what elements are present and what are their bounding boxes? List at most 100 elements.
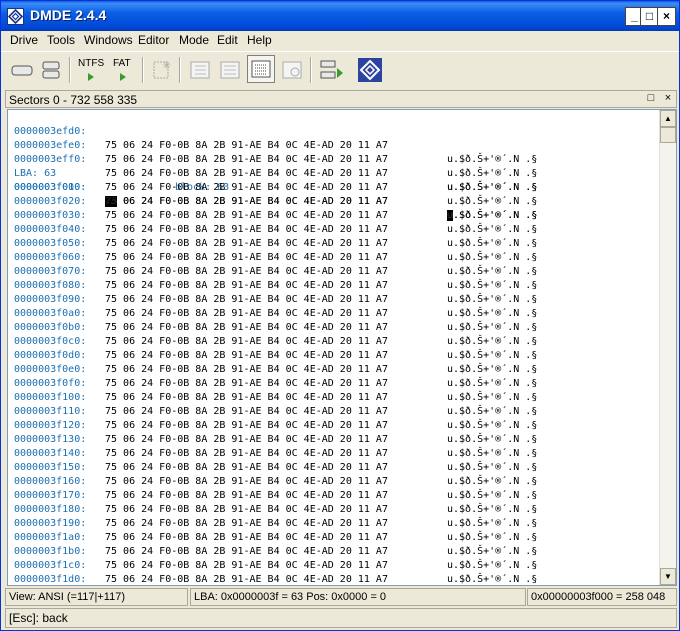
row-hex[interactable]: 75 06 24 F0-0B 8A 2B 91-AE B4 0C 4E-AD 2… bbox=[105, 181, 388, 195]
row-hex[interactable]: 75 06 24 F0-0B 8A 2B 91-AE B4 0C 4E-AD 2… bbox=[105, 363, 388, 377]
row-hex[interactable]: 75 06 24 F0-0B 8A 2B 91-AE B4 0C 4E-AD 2… bbox=[105, 461, 388, 475]
row-hex[interactable]: 75 06 24 F0-0B 8A 2B 91-AE B4 0C 4E-AD 2… bbox=[105, 391, 388, 405]
menu-drive[interactable]: Drive bbox=[10, 33, 38, 47]
panel-restore-button[interactable]: □ bbox=[644, 92, 658, 106]
scroll-down-icon[interactable]: ▼ bbox=[660, 568, 676, 585]
row-hex[interactable]: 75 06 24 F0-0B 8A 2B 91-AE B4 0C 4E-AD 2… bbox=[105, 209, 388, 223]
row-hex[interactable]: 75 06 24 F0-0B 8A 2B 91-AE B4 0C 4E-AD 2… bbox=[105, 153, 388, 167]
row-hex[interactable]: 75 06 24 F0-0B 8A 2B 91-AE B4 0C 4E-AD 2… bbox=[105, 531, 388, 545]
ntfs-icon[interactable]: NTFS bbox=[74, 55, 106, 83]
row-hex[interactable]: 75 06 24 F0-0B 8A 2B 91-AE B4 0C 4E-AD 2… bbox=[105, 489, 388, 503]
row-ascii[interactable]: u.$ð.Š+'®´.N­ .§ bbox=[447, 237, 537, 251]
row-ascii[interactable]: u.$ð.Š+'®´.N­ .§ bbox=[447, 279, 537, 293]
hex-icon[interactable] bbox=[247, 55, 275, 83]
hex-row[interactable]: 0000003eff0: 75 06 24 F0-0B 8A 2B 91-AE … bbox=[14, 139, 537, 193]
row-ascii[interactable]: u.$ð.Š+'®´.N­ .§ bbox=[447, 349, 537, 363]
partitions-icon[interactable] bbox=[36, 55, 64, 83]
row-ascii[interactable]: u.$ð.Š+'®´.N­ .§ bbox=[447, 167, 537, 181]
row-ascii[interactable]: u.$ð.Š+'®´.N­ .§ bbox=[447, 293, 537, 307]
status-offset: 0x00000003f000 = 258 048 bbox=[527, 588, 677, 606]
hex-row-selected[interactable]: 0000003f000: 75 06 24 F0-0B 8A 2B 91-AE … bbox=[14, 167, 537, 221]
scroll-up-icon[interactable]: ▲ bbox=[660, 110, 676, 127]
row-ascii[interactable]: u.$ð.Š+'®´.N­ .§ bbox=[447, 363, 537, 377]
row-ascii[interactable]: u.$ð.Š+'®´.N­ .§ bbox=[447, 475, 537, 489]
row-hex[interactable]: 75 06 24 F0-0B 8A 2B 91-AE B4 0C 4E-AD 2… bbox=[105, 293, 388, 307]
scroll-thumb[interactable] bbox=[660, 127, 676, 143]
close-button[interactable]: × bbox=[657, 7, 676, 26]
row-ascii[interactable]: u.$ð.Š+'®´.N­ .§ bbox=[447, 307, 537, 321]
row-hex[interactable]: 75 06 24 F0-0B 8A 2B 91-AE B4 0C 4E-AD 2… bbox=[105, 265, 388, 279]
menu-edit[interactable]: Edit bbox=[217, 33, 238, 47]
row-ascii[interactable]: u.$ð.Š+'®´.N­ .§ bbox=[447, 447, 537, 461]
row-hex[interactable]: 75 06 24 F0-0B 8A 2B 91-AE B4 0C 4E-AD 2… bbox=[105, 195, 388, 209]
toolbar-separator bbox=[142, 57, 144, 83]
row-hex[interactable]: 75 06 24 F0-0B 8A 2B 91-AE B4 0C 4E-AD 2… bbox=[105, 545, 388, 559]
row-hex[interactable]: 75 06 24 F0-0B 8A 2B 91-AE B4 0C 4E-AD 2… bbox=[105, 167, 388, 181]
fat-icon[interactable]: FAT bbox=[108, 55, 138, 83]
row-hex[interactable]: 75 06 24 F0-0B 8A 2B 91-AE B4 0C 4E-AD 2… bbox=[105, 251, 388, 265]
dmde-logo-icon[interactable] bbox=[355, 55, 383, 83]
hex-row[interactable]: 0000003efd0: 75 06 24 F0-0B 8A 2B 91-AE … bbox=[14, 111, 537, 165]
row-hex[interactable]: 75 06 24 F0-0B 8A 2B 91-AE B4 0C 4E-AD 2… bbox=[105, 321, 388, 335]
row-hex[interactable]: 75 06 24 F0-0B 8A 2B 91-AE B4 0C 4E-AD 2… bbox=[105, 475, 388, 489]
row-ascii[interactable]: u.$ð.Š+'®´.N­ .§ bbox=[447, 573, 537, 585]
row-ascii[interactable]: u.$ð.Š+'®´.N­ .§ bbox=[447, 251, 537, 265]
row-ascii[interactable]: u.$ð.Š+'®´.N­ .§ bbox=[447, 503, 537, 517]
menu-editor[interactable]: Editor bbox=[138, 33, 169, 47]
row-ascii[interactable]: u.$ð.Š+'®´.N­ .§ bbox=[447, 209, 537, 223]
row-ascii[interactable]: u.$ð.Š+'®´.N­ .§ bbox=[447, 405, 537, 419]
row-ascii[interactable]: u.$ð.Š+'®´.N­ .§ bbox=[447, 433, 537, 447]
row-ascii[interactable]: u.$ð.Š+'®´.N­ .§ bbox=[447, 419, 537, 433]
row-ascii[interactable]: u.$ð.Š+'®´.N­ .§ bbox=[447, 265, 537, 279]
hex-view[interactable]: 0000003efd0: 75 06 24 F0-0B 8A 2B 91-AE … bbox=[7, 109, 677, 586]
row-hex[interactable]: 75 06 24 F0-0B 8A 2B 91-AE B4 0C 4E-AD 2… bbox=[105, 573, 388, 585]
row-hex[interactable]: 75 06 24 F0-0B 8A 2B 91-AE B4 0C 4E-AD 2… bbox=[105, 237, 388, 251]
row-ascii[interactable]: u.$ð.Š+'®´.N­ .§ bbox=[447, 461, 537, 475]
row-hex[interactable]: 75 06 24 F0-0B 8A 2B 91-AE B4 0C 4E-AD 2… bbox=[105, 279, 388, 293]
row-hex[interactable]: 75 06 24 F0-0B 8A 2B 91-AE B4 0C 4E-AD 2… bbox=[105, 307, 388, 321]
vertical-scrollbar[interactable]: ▲ ▼ bbox=[659, 110, 676, 585]
row-hex[interactable]: 75 06 24 F0-0B 8A 2B 91-AE B4 0C 4E-AD 2… bbox=[105, 447, 388, 461]
row-hex[interactable]: 75 06 24 F0-0B 8A 2B 91-AE B4 0C 4E-AD 2… bbox=[105, 503, 388, 517]
row-hex[interactable]: 75 06 24 F0-0B 8A 2B 91-AE B4 0C 4E-AD 2… bbox=[105, 559, 388, 573]
row-hex[interactable]: 75 06 24 F0-0B 8A 2B 91-AE B4 0C 4E-AD 2… bbox=[105, 139, 388, 153]
row-ascii[interactable]: u.$ð.Š+'®´.N­ .§ bbox=[447, 321, 537, 335]
row-hex[interactable]: 75 06 24 F0-0B 8A 2B 91-AE B4 0C 4E-AD 2… bbox=[105, 335, 388, 349]
row-hex[interactable]: 75 06 24 F0-0B 8A 2B 91-AE B4 0C 4E-AD 2… bbox=[105, 517, 388, 531]
row-ascii[interactable]: u.$ð.Š+'®´.N­ .§ bbox=[447, 377, 537, 391]
toolbar-separator bbox=[179, 57, 181, 83]
row-hex[interactable]: 75 06 24 F0-0B 8A 2B 91-AE B4 0C 4E-AD 2… bbox=[105, 223, 388, 237]
menu-mode[interactable]: Mode bbox=[179, 33, 209, 47]
row-ascii[interactable]: u.$ð.Š+'®´.N­ .§ bbox=[447, 223, 537, 237]
row-ascii[interactable]: u.$ð.Š+'®´.N­ .§ bbox=[447, 195, 537, 209]
row-hex[interactable]: 75 06 24 F0-0B 8A 2B 91-AE B4 0C 4E-AD 2… bbox=[105, 419, 388, 433]
star-icon[interactable]: ✳ bbox=[147, 55, 175, 83]
table-icon[interactable] bbox=[185, 55, 213, 83]
app-window: DMDE 2.4.4 _ □ × Drive Tools Windows Edi… bbox=[0, 0, 680, 631]
row-ascii[interactable]: u.$ð.Š+'®´.N­ .§ bbox=[447, 153, 537, 167]
find-icon[interactable] bbox=[277, 55, 305, 83]
panel-close-button[interactable]: × bbox=[661, 92, 675, 106]
row-ascii[interactable]: u.$ð.Š+'®´.N­ .§ bbox=[447, 545, 537, 559]
copy-icon[interactable] bbox=[316, 55, 344, 83]
row-ascii[interactable]: u.$ð.Š+'®´.N­ .§ bbox=[447, 559, 537, 573]
row-hex[interactable]: 75 06 24 F0-0B 8A 2B 91-AE B4 0C 4E-AD 2… bbox=[105, 433, 388, 447]
row-ascii[interactable]: u.$ð.Š+'®´.N­ .§ bbox=[447, 489, 537, 503]
row-ascii[interactable]: u.$ð.Š+'®´.N­ .§ bbox=[447, 531, 537, 545]
hex-row[interactable]: 0000003efe0: 75 06 24 F0-0B 8A 2B 91-AE … bbox=[14, 125, 537, 179]
panel-header: Sectors 0 - 732 558 335 □ × bbox=[5, 90, 677, 108]
dmde-app-icon[interactable] bbox=[7, 8, 24, 25]
row-hex[interactable]: 75 06 24 F0-0B 8A 2B 91-AE B4 0C 4E-AD 2… bbox=[105, 349, 388, 363]
menu-help[interactable]: Help bbox=[247, 33, 272, 47]
list-icon[interactable] bbox=[215, 55, 243, 83]
title-bar[interactable]: DMDE 2.4.4 _ □ × bbox=[1, 1, 679, 31]
row-ascii[interactable]: u.$ð.Š+'®´.N­ .§ bbox=[447, 517, 537, 531]
row-ascii[interactable]: u.$ð.Š+'®´.N­ .§ bbox=[447, 391, 537, 405]
row-hex[interactable]: 75 06 24 F0-0B 8A 2B 91-AE B4 0C 4E-AD 2… bbox=[105, 377, 388, 391]
menu-tools[interactable]: Tools bbox=[47, 33, 75, 47]
row-ascii[interactable]: u.$ð.Š+'®´.N­ .§ bbox=[447, 335, 537, 349]
row-hex[interactable]: 75 06 24 F0-0B 8A 2B 91-AE B4 0C 4E-AD 2… bbox=[105, 405, 388, 419]
drive-open-icon[interactable] bbox=[6, 55, 34, 83]
menu-windows[interactable]: Windows bbox=[84, 33, 133, 47]
row-ascii[interactable]: u.$ð.Š+'®´.N­ .§ bbox=[447, 181, 537, 195]
